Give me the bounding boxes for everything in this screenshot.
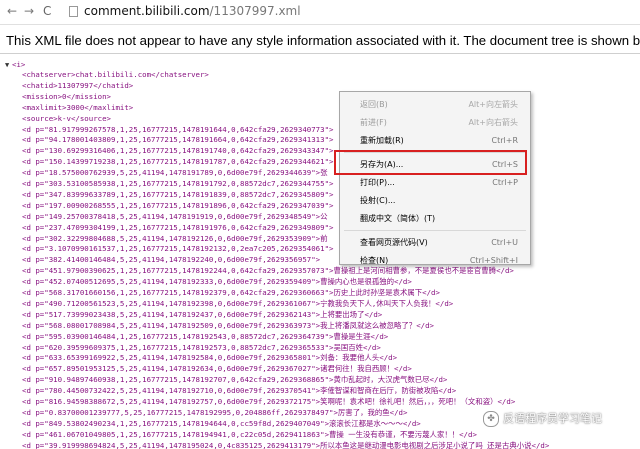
context-menu-item-label: 重新加载(R) (360, 136, 404, 145)
danmaku-d-element: <d p="197.00900268555,1,25,16777215,1478… (22, 200, 334, 210)
danmaku-d-element: <d p="3.1070990161537,1,25,16777215,1478… (22, 244, 334, 254)
context-menu-item-shortcut: Alt+向左箭头 (468, 100, 518, 109)
back-icon[interactable]: ← (7, 4, 17, 18)
context-menu-item-label: 检查(N) (360, 256, 389, 265)
header-tag-line: <mission>0</mission> (22, 91, 111, 101)
danmaku-d-element: <d p="130.69299316406,1,25,16777215,1478… (22, 146, 334, 156)
context-menu: 返回(B) Alt+向左箭头 前进(F) Alt+向右箭头 重新加载(R) Ctrl+R 另… (339, 91, 531, 265)
header-tag-line: <maxlimit>3000</maxlimit> (22, 102, 134, 112)
danmaku-d-element: <d p="657.89501953125,5,25,41194,1478192… (22, 364, 412, 374)
wechat-public-account-icon: ✤ (483, 411, 499, 427)
danmaku-d-element: <d p="347.83999633789,1,25,16777215,1478… (22, 189, 334, 199)
reload-icon[interactable]: C (43, 4, 51, 18)
header-tag-line: <chatid>11307997</chatid> (22, 80, 134, 90)
danmaku-d-element: <d p="302.32299804688,5,25,41194,1478192… (22, 233, 328, 243)
tree-root-line[interactable]: ▼ <i> (5, 60, 25, 70)
context-menu-item-label: 前进(F) (360, 118, 387, 127)
context-menu-separator (344, 230, 526, 231)
danmaku-d-element: <d p="849.53802490234,1,25,16777215,1478… (22, 418, 421, 428)
watermark: ✤ 反语程序员学习笔记 (483, 410, 602, 427)
danmaku-d-element: <d p="237.47099304199,1,25,16777215,1478… (22, 222, 334, 232)
context-menu-item[interactable]: 投射(C)... (340, 192, 530, 210)
url-field[interactable]: comment.bilibili.com/11307997.xml (84, 4, 301, 18)
context-menu-item-label: 打印(P)... (360, 178, 395, 187)
danmaku-d-element: <d p="94.178001403809,1,25,16777215,1478… (22, 135, 334, 145)
context-menu-item-label: 返回(B) (360, 100, 388, 109)
url-host: comment.bilibili.com (84, 4, 210, 18)
xml-style-notice: This XML file does not appear to have an… (6, 33, 640, 48)
context-menu-item[interactable]: 返回(B) Alt+向左箭头 (340, 96, 530, 114)
header-tag-line: <chatserver>chat.bilibili.com</chatserve… (22, 70, 209, 79)
context-menu-item-shortcut: Ctrl+Shift+I (469, 256, 518, 265)
notice-divider (0, 53, 640, 54)
address-bar: ← → C comment.bilibili.com/11307997.xml (0, 0, 640, 25)
context-menu-item-label: 查看网页源代码(V) (360, 238, 428, 247)
root-tag: <i> (12, 60, 26, 69)
url-path: /11307997.xml (209, 4, 301, 18)
danmaku-d-element: <d p="303.53100585938,1,25,16777215,1478… (22, 179, 334, 188)
collapse-triangle-icon[interactable]: ▼ (5, 60, 12, 70)
danmaku-d-element: <d p="517.73999023438,5,25,41194,1478192… (22, 309, 383, 319)
danmaku-d-element: <d p="595.03900146484,1,25,16777215,1478… (22, 331, 389, 341)
xml-document-tree: ▼ <i> <chatserver>chat.bilibili.com</chat… (0, 58, 640, 449)
danmaku-d-element: <d p="568.31701660156,1,25,16777215,1478… (22, 288, 440, 297)
context-menu-item[interactable]: 打印(P)... Ctrl+P (340, 174, 530, 192)
danmaku-d-element: <d p="81.917999267578,1,25,16777215,1478… (22, 124, 334, 134)
context-menu-item-label: 翻成中文（简体）(T) (360, 214, 436, 223)
danmaku-d-element: <d p="149.25700378418,5,25,41194,1478191… (22, 211, 328, 221)
save-as-highlight-box (334, 150, 527, 175)
context-menu-item-label: 投射(C)... (360, 196, 396, 205)
danmaku-d-element: <d p="568.08001708984,5,25,41194,1478192… (22, 320, 434, 330)
page-icon (69, 6, 78, 17)
danmaku-d-element: <d p="490.71200561523,5,25,41194,1478192… (22, 298, 454, 308)
context-menu-item[interactable]: 翻成中文（简体）(T) (340, 210, 530, 228)
danmaku-d-element: <d p="452.07400512695,5,25,41194,1478192… (22, 277, 412, 287)
danmaku-d-element: <d p="910.94897460938,1,25,16777215,1478… (22, 375, 448, 385)
forward-icon[interactable]: → (24, 4, 34, 18)
danmaku-d-element: <d p="0.83700001239777,5,25,16777215,147… (22, 407, 408, 417)
context-menu-item[interactable]: 重新加载(R) Ctrl+R (340, 132, 530, 150)
danmaku-d-element: <d p="461.06701049805,1,25,16777215,1478… (22, 429, 477, 439)
context-menu-item-shortcut: Alt+向右箭头 (468, 118, 518, 127)
danmaku-d-element: <d p="816.94598388672,5,25,41194,1478192… (22, 397, 516, 406)
context-menu-item[interactable]: 查看网页源代码(V) Ctrl+U (340, 234, 530, 252)
header-tag-line: <source>k-v</source> (22, 113, 111, 123)
context-menu-item[interactable]: 前进(F) Alt+向右箭头 (340, 114, 530, 132)
danmaku-d-element: <d p="382.41400146484,5,25,41194,1478192… (22, 255, 321, 265)
danmaku-d-element: <d p="780.44500732422,5,25,41194,1478192… (22, 386, 457, 396)
danmaku-d-element: <d p="18.575000762939,5,25,41194,1478191… (22, 168, 328, 178)
context-menu-item-shortcut: Ctrl+P (492, 178, 518, 187)
context-menu-item[interactable]: 检查(N) Ctrl+Shift+I (340, 252, 530, 270)
context-menu-item-shortcut: Ctrl+U (491, 238, 518, 247)
danmaku-d-element: <d p="150.14399719238,1,25,16777215,1478… (22, 157, 334, 167)
watermark-text: 反语程序员学习笔记 (503, 412, 602, 425)
danmaku-d-element: <d p="620.39599609375,1,25,16777215,1478… (22, 342, 381, 352)
danmaku-d-element: <d p="39.919998694824,5,25,41194,1478195… (22, 440, 550, 449)
danmaku-d-element: <d p="633.65399169922,5,25,41194,1478192… (22, 353, 398, 363)
context-menu-item-shortcut: Ctrl+R (491, 136, 519, 145)
